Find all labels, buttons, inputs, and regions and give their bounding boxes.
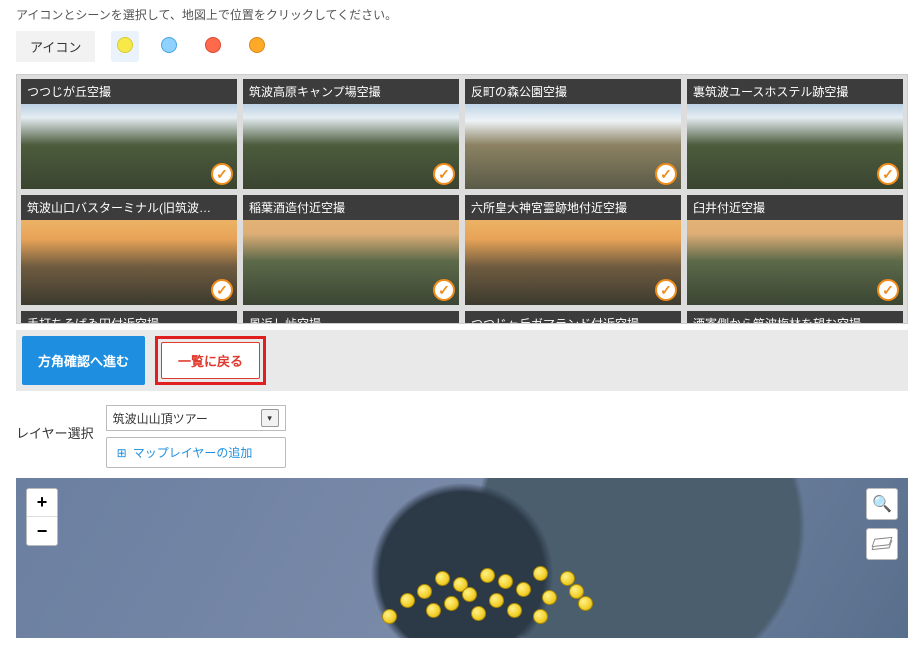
scene-thumbnail[interactable]: 筑波高原キャンプ場空撮 ✓ [243, 79, 459, 189]
map-marker[interactable] [533, 566, 548, 581]
scene-thumbnail[interactable]: 臼井付近空撮 ✓ [687, 195, 903, 305]
instruction-text: アイコンとシーンを選択して、地図上で位置をクリックしてください。 [0, 0, 924, 31]
scene-title: 六所皇大神宮霊跡地付近空撮 [465, 195, 681, 220]
check-icon: ✓ [211, 163, 233, 185]
icon-option-yellow[interactable] [111, 31, 139, 62]
icon-option-blue[interactable] [155, 31, 183, 62]
scene-title: 手打ちそばゐ田付近空撮 [21, 311, 237, 324]
scene-title: 臼井付近空撮 [687, 195, 903, 220]
layers-icon [873, 537, 891, 551]
scene-title: 稲葉酒造付近空撮 [243, 195, 459, 220]
map-marker[interactable] [400, 593, 415, 608]
map-marker[interactable] [578, 596, 593, 611]
dot-blue-icon [161, 37, 177, 53]
scene-title: 筑波山口バスターミナル(旧筑波… [21, 195, 237, 220]
icon-label: アイコン [16, 31, 95, 62]
check-icon: ✓ [877, 279, 899, 301]
scene-thumbnail[interactable]: 裏筑波ユースホステル跡空撮 ✓ [687, 79, 903, 189]
proceed-button[interactable]: 方角確認へ進む [22, 336, 145, 385]
map-marker[interactable] [462, 587, 477, 602]
map-layers-button[interactable] [866, 528, 898, 560]
icon-selector-row: アイコン [0, 31, 924, 74]
scene-thumbnail[interactable]: つつじが丘空撮 ✓ [21, 79, 237, 189]
layer-select[interactable]: 筑波山山頂ツアー ▾ [106, 405, 286, 431]
action-bar: 方角確認へ進む 一覧に戻る [16, 330, 908, 391]
scene-thumbnail[interactable]: 稲葉酒造付近空撮 ✓ [243, 195, 459, 305]
scene-thumbnail[interactable]: つつじヶ丘ガマランド付近空撮 [465, 311, 681, 324]
map-marker[interactable] [516, 582, 531, 597]
scene-thumbnail[interactable]: 酒寄側から筑波梅林を望む空撮 [687, 311, 903, 324]
scene-title: つつじが丘空撮 [21, 79, 237, 104]
scene-thumbnail[interactable]: 反町の森公園空撮 ✓ [465, 79, 681, 189]
back-button-highlight: 一覧に戻る [155, 336, 266, 385]
scene-thumbnail[interactable]: 風返し峠空撮 [243, 311, 459, 324]
zoom-out-button[interactable]: − [27, 517, 57, 545]
map-marker[interactable] [435, 571, 450, 586]
layer-label: レイヤー選択 [16, 405, 94, 442]
layer-row: レイヤー選択 筑波山山頂ツアー ▾ ⊞ マップレイヤーの追加 [0, 401, 924, 478]
scene-thumbnail[interactable]: 六所皇大神宮霊跡地付近空撮 ✓ [465, 195, 681, 305]
map-marker[interactable] [426, 603, 441, 618]
map-marker[interactable] [542, 590, 557, 605]
map-search-button[interactable]: 🔍 [866, 488, 898, 520]
check-icon: ✓ [655, 279, 677, 301]
check-icon: ✓ [211, 279, 233, 301]
scene-title: 酒寄側から筑波梅林を望む空撮 [687, 311, 903, 324]
zoom-in-button[interactable]: + [27, 489, 57, 517]
map-marker[interactable] [444, 596, 459, 611]
dot-red-icon [205, 37, 221, 53]
plus-icon: ⊞ [117, 446, 127, 460]
map-marker[interactable] [533, 609, 548, 624]
check-icon: ✓ [433, 279, 455, 301]
check-icon: ✓ [655, 163, 677, 185]
scene-title: 筑波高原キャンプ場空撮 [243, 79, 459, 104]
chevron-down-icon: ▾ [261, 409, 279, 427]
scene-title: 裏筑波ユースホステル跡空撮 [687, 79, 903, 104]
dot-yellow-icon [117, 37, 133, 53]
scene-title: 反町の森公園空撮 [465, 79, 681, 104]
check-icon: ✓ [433, 163, 455, 185]
layer-selected-value: 筑波山山頂ツアー [113, 410, 208, 427]
search-icon: 🔍 [872, 494, 892, 514]
back-button[interactable]: 一覧に戻る [161, 342, 260, 379]
check-icon: ✓ [877, 163, 899, 185]
scene-panel[interactable]: つつじが丘空撮✓筑波高原キャンプ場空撮✓反町の森公園空撮✓裏筑波ユースホステル跡… [16, 74, 908, 324]
map[interactable]: + − 🔍 [16, 478, 908, 638]
icon-option-orange[interactable] [243, 31, 271, 62]
dot-orange-icon [249, 37, 265, 53]
add-layer-label: マップレイヤーの追加 [133, 444, 253, 461]
map-marker[interactable] [498, 574, 513, 589]
map-tools: 🔍 [866, 488, 898, 560]
map-marker[interactable] [471, 606, 486, 621]
map-marker[interactable] [382, 609, 397, 624]
map-marker[interactable] [480, 568, 495, 583]
zoom-controls: + − [26, 488, 58, 546]
map-marker[interactable] [507, 603, 522, 618]
scene-thumbnail[interactable]: 手打ちそばゐ田付近空撮 [21, 311, 237, 324]
map-marker[interactable] [417, 584, 432, 599]
add-layer-button[interactable]: ⊞ マップレイヤーの追加 [106, 437, 286, 468]
map-marker[interactable] [489, 593, 504, 608]
icon-option-red[interactable] [199, 31, 227, 62]
scene-title: 風返し峠空撮 [243, 311, 459, 324]
scene-thumbnail[interactable]: 筑波山口バスターミナル(旧筑波… ✓ [21, 195, 237, 305]
scene-title: つつじヶ丘ガマランド付近空撮 [465, 311, 681, 324]
